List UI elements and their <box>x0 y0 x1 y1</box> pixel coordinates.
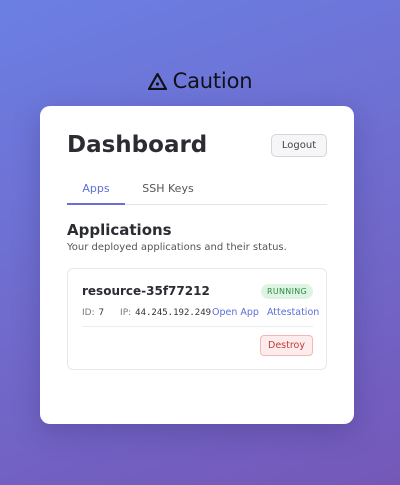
page-title: Dashboard <box>67 132 208 158</box>
tab-apps[interactable]: Apps <box>67 178 125 205</box>
caution-logo-icon <box>147 72 167 90</box>
id-value: 7 <box>98 308 105 318</box>
brand: Caution <box>0 69 400 93</box>
ip-value: 44.245.192.249 <box>135 308 212 318</box>
status-badge: RUNNING <box>261 284 313 299</box>
ip-label: IP: <box>120 308 132 318</box>
app-card: resource-35f77212 RUNNING ID: 7 IP: 44.2… <box>67 268 327 370</box>
tab-ssh-keys[interactable]: SSH Keys <box>125 178 211 204</box>
tab-bar: Apps SSH Keys <box>67 178 327 205</box>
divider <box>82 326 313 327</box>
section-subtitle: Your deployed applications and their sta… <box>67 242 287 253</box>
open-app-link[interactable]: Open App <box>212 307 259 318</box>
app-name: resource-35f77212 <box>82 284 210 298</box>
app-links: Open App Attestation <box>212 307 319 318</box>
brand-name: Caution <box>172 69 253 93</box>
dashboard-card: Dashboard Logout Apps SSH Keys Applicati… <box>40 106 354 424</box>
destroy-button[interactable]: Destroy <box>260 335 313 356</box>
app-meta: ID: 7 IP: 44.245.192.249 <box>82 308 211 318</box>
logout-button[interactable]: Logout <box>271 134 327 157</box>
id-label: ID: <box>82 308 95 318</box>
section-title: Applications <box>67 221 172 239</box>
attestation-link[interactable]: Attestation <box>267 307 319 318</box>
